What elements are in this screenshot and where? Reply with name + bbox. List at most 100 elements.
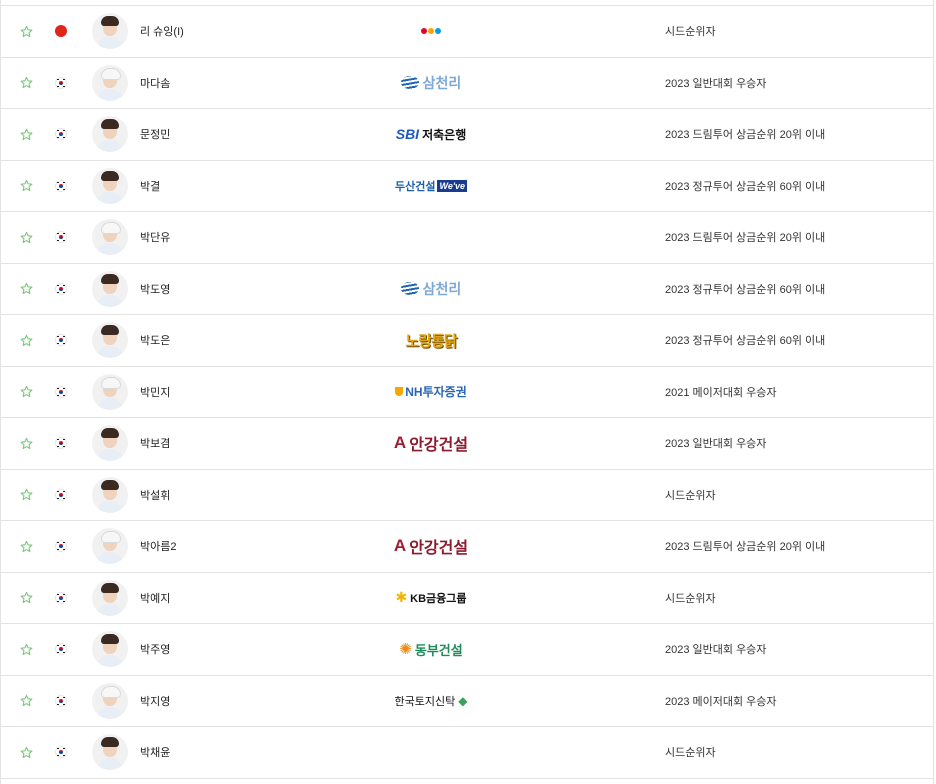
player-name[interactable]: 박설휘 — [140, 470, 340, 521]
player-row[interactable]: 박아름2 A 안강건설 2023 드림투어 상금순위 20위 이내 — [1, 521, 933, 573]
photo-cell — [91, 212, 129, 263]
favorite-cell — [17, 418, 35, 469]
favorite-cell — [17, 470, 35, 521]
player-row[interactable]: 박채윤 시드순위자 — [1, 727, 933, 779]
player-name[interactable]: 리 슈잉(I) — [140, 6, 340, 57]
sponsor-cell: ✱ KB금융그룹 — [331, 573, 531, 624]
player-name[interactable]: 박민지 — [140, 367, 340, 418]
star-outline-icon[interactable] — [20, 643, 33, 656]
star-outline-icon[interactable] — [20, 694, 33, 707]
player-name[interactable]: 박도영 — [140, 264, 340, 315]
photo-cell — [91, 727, 129, 778]
flag-kr-icon — [55, 437, 67, 450]
player-avatar[interactable] — [92, 682, 128, 719]
player-name[interactable]: 마다솜 — [140, 58, 340, 109]
sponsor-logo-samchully: 삼천리 — [400, 279, 461, 299]
flag-cell — [53, 161, 69, 212]
star-outline-icon[interactable] — [20, 128, 33, 141]
flag-kr-icon — [55, 128, 67, 141]
favorite-cell — [17, 264, 35, 315]
player-avatar[interactable] — [92, 631, 128, 668]
star-outline-icon[interactable] — [20, 179, 33, 192]
sponsor-cell: ✺ 동부건설 — [331, 624, 531, 675]
star-outline-icon[interactable] — [20, 282, 33, 295]
qualification-text: 2023 일반대회 우승자 — [665, 77, 767, 90]
player-avatar[interactable] — [92, 528, 128, 565]
player-name[interactable]: 박단유 — [140, 212, 340, 263]
player-name[interactable]: 박예지 — [140, 573, 340, 624]
qualification-text: 2023 정규투어 상금순위 60위 이내 — [665, 335, 826, 348]
photo-cell — [91, 418, 129, 469]
sponsor-logo-dongbu: ✺ 동부건설 — [399, 641, 463, 659]
player-row[interactable]: 박지영 한국토지신탁 ◆ 2023 메이저대회 우승자 — [1, 676, 933, 727]
player-avatar[interactable] — [92, 476, 128, 513]
player-name[interactable]: 박채윤 — [140, 727, 340, 778]
sponsor-cell: A 안강건설 — [331, 418, 531, 469]
player-row[interactable]: 박설휘 시드순위자 — [1, 470, 933, 521]
flag-cell — [53, 367, 69, 418]
player-row[interactable]: 박예지 ✱ KB금융그룹 시드순위자 — [1, 573, 933, 624]
star-outline-icon[interactable] — [20, 591, 33, 604]
flag-cell — [53, 470, 69, 521]
sponsor-cell: 두산건설 We've — [331, 161, 531, 212]
qualification-text: 2023 정규투어 상금순위 60위 이내 — [665, 283, 826, 296]
star-outline-icon[interactable] — [20, 334, 33, 347]
player-row[interactable]: 박도영 삼천리 2023 정규투어 상금순위 60위 이내 — [1, 264, 933, 315]
sponsor-logo-lt: 한국토지신탁 ◆ — [394, 693, 468, 708]
qualification-text: 시드순위자 — [665, 592, 716, 605]
player-row[interactable]: 박단유 2023 드림투어 상금순위 20위 이내 — [1, 212, 933, 264]
flag-cell — [53, 264, 69, 315]
favorite-cell — [17, 573, 35, 624]
player-row[interactable]: 리 슈잉(I) 시드순위자 — [1, 6, 933, 58]
player-row[interactable]: 마다솜 삼천리 2023 일반대회 우승자 — [1, 58, 933, 109]
photo-cell — [91, 676, 129, 727]
player-name[interactable]: 문정민 — [140, 109, 340, 160]
dongbu-sun-icon: ✺ — [399, 641, 412, 659]
star-outline-icon[interactable] — [20, 488, 33, 501]
star-outline-icon[interactable] — [20, 385, 33, 398]
player-avatar[interactable] — [92, 322, 128, 359]
star-outline-icon[interactable] — [20, 540, 33, 553]
photo-cell — [91, 6, 129, 57]
sponsor-cell — [331, 727, 531, 778]
photo-cell — [91, 315, 129, 366]
player-row[interactable]: 문정민 SBI 저축은행 2023 드림투어 상금순위 20위 이내 — [1, 109, 933, 161]
player-name[interactable]: 박결 — [140, 161, 340, 212]
player-avatar[interactable] — [92, 734, 128, 771]
player-name[interactable]: 박보겸 — [140, 418, 340, 469]
player-avatar[interactable] — [92, 579, 128, 616]
player-avatar[interactable] — [92, 167, 128, 204]
player-name[interactable]: 박도은 — [140, 315, 340, 366]
player-avatar[interactable] — [92, 425, 128, 462]
favorite-cell — [17, 161, 35, 212]
star-outline-icon[interactable] — [20, 746, 33, 759]
flag-cell — [53, 315, 69, 366]
player-row[interactable]: 박민지 NH투자증권 2021 메이저대회 우승자 — [1, 367, 933, 418]
flag-cell — [53, 573, 69, 624]
player-row[interactable]: 박주영 ✺ 동부건설 2023 일반대회 우승자 — [1, 624, 933, 676]
flag-kr-icon — [55, 231, 67, 244]
star-outline-icon[interactable] — [20, 25, 33, 38]
player-avatar[interactable] — [92, 219, 128, 256]
player-avatar[interactable] — [92, 116, 128, 153]
player-row[interactable]: 박도은 노랑통닭 2023 정규투어 상금순위 60위 이내 — [1, 315, 933, 367]
player-avatar[interactable] — [92, 64, 128, 101]
player-name[interactable]: 박주영 — [140, 624, 340, 675]
player-avatar[interactable] — [92, 13, 128, 50]
player-name[interactable]: 박아름2 — [140, 521, 340, 572]
star-outline-icon[interactable] — [20, 437, 33, 450]
flag-cn-icon — [55, 25, 67, 38]
player-avatar[interactable] — [92, 373, 128, 410]
star-outline-icon[interactable] — [20, 76, 33, 89]
flag-kr-icon — [55, 282, 67, 295]
flag-cell — [53, 676, 69, 727]
qualification-text: 2021 메이저대회 우승자 — [665, 386, 777, 399]
qualification-text: 2023 드림투어 상금순위 20위 이내 — [665, 232, 826, 245]
player-avatar[interactable] — [92, 270, 128, 307]
player-name[interactable]: 박지영 — [140, 676, 340, 727]
player-row[interactable]: 박보겸 A 안강건설 2023 일반대회 우승자 — [1, 418, 933, 470]
favorite-cell — [17, 521, 35, 572]
star-outline-icon[interactable] — [20, 231, 33, 244]
samchully-globe-icon — [400, 282, 419, 296]
player-row[interactable]: 박결 두산건설 We've 2023 정규투어 상금순위 60위 이내 — [1, 161, 933, 212]
